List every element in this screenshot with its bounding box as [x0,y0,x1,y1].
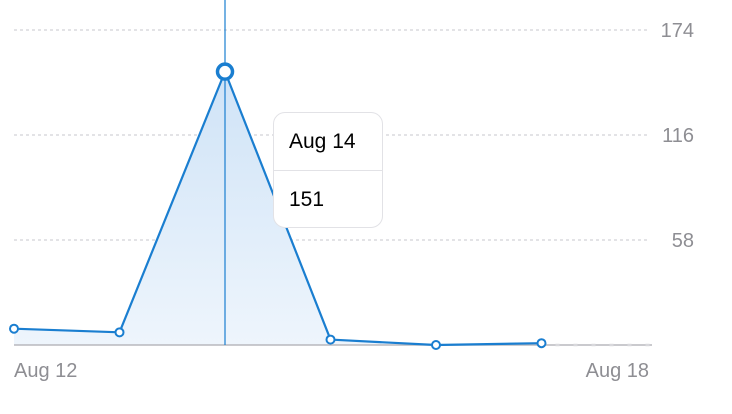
y-tick-label: 116 [662,125,694,147]
x-tick-label: Aug 12 [14,360,77,382]
y-axis-tick-labels: 58 116 174 [661,20,694,252]
tooltip-date: Aug 14 [289,129,356,153]
data-point[interactable] [114,327,125,338]
tooltip: Aug 14 151 [273,112,383,228]
data-point[interactable] [431,340,441,350]
data-point[interactable] [325,334,336,345]
tooltip-value: 151 [289,187,325,211]
highlighted-point[interactable] [215,62,235,81]
x-tick-label: Aug 18 [586,360,649,382]
y-tick-label: 58 [672,230,694,252]
data-point[interactable] [536,338,547,349]
x-axis-tick-labels: Aug 12 Aug 18 [14,360,649,382]
y-tick-label: 174 [661,20,694,42]
data-point[interactable] [9,323,19,334]
